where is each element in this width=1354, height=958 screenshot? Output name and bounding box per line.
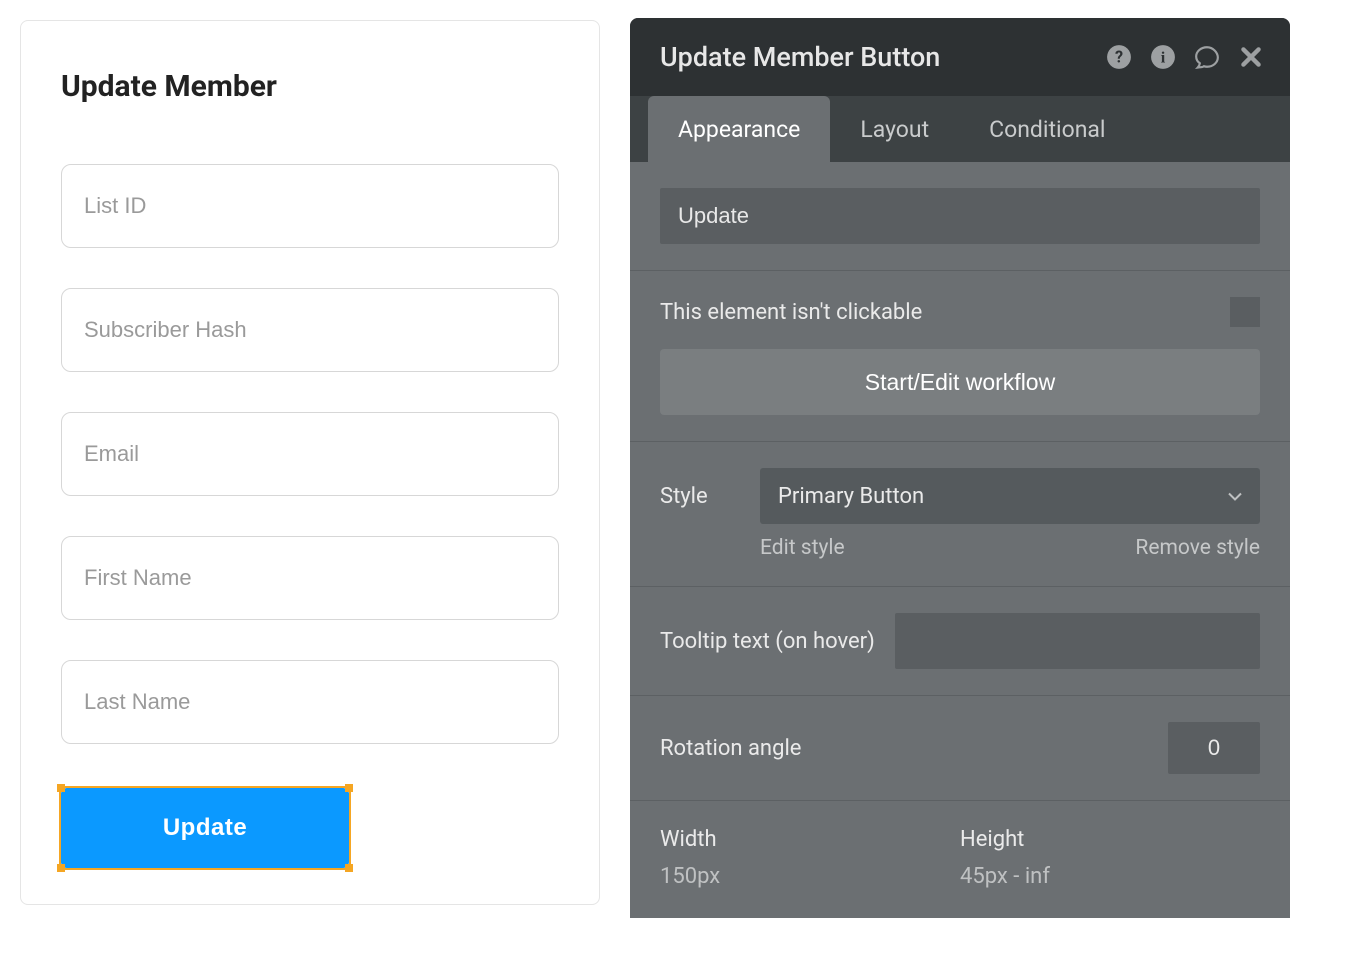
panel-header-icons: ? i bbox=[1104, 42, 1266, 72]
element-name-section bbox=[630, 162, 1290, 271]
clickable-checkbox[interactable] bbox=[1230, 297, 1260, 327]
subscriber-hash-input[interactable] bbox=[61, 288, 559, 372]
clickable-label: This element isn't clickable bbox=[660, 300, 1230, 325]
panel-tabs: Appearance Layout Conditional bbox=[630, 96, 1290, 162]
width-value: 150px bbox=[660, 864, 960, 889]
tab-layout[interactable]: Layout bbox=[830, 96, 959, 162]
tooltip-label: Tooltip text (on hover) bbox=[660, 629, 875, 654]
panel-header: Update Member Button ? i bbox=[630, 18, 1290, 96]
info-icon[interactable]: i bbox=[1148, 42, 1178, 72]
remove-style-link[interactable]: Remove style bbox=[1135, 536, 1260, 560]
close-icon[interactable] bbox=[1236, 42, 1266, 72]
style-section: Style Primary Button Edit style Remove s… bbox=[630, 442, 1290, 587]
update-button-selection: Update bbox=[61, 788, 349, 868]
dimensions-section: Width 150px Height 45px - inf bbox=[630, 801, 1290, 915]
style-label: Style bbox=[660, 484, 720, 509]
comment-icon[interactable] bbox=[1192, 42, 1222, 72]
element-name-input[interactable] bbox=[660, 188, 1260, 244]
tab-conditional[interactable]: Conditional bbox=[959, 96, 1135, 162]
first-name-input[interactable] bbox=[61, 536, 559, 620]
card-title: Update Member bbox=[61, 69, 559, 104]
tooltip-section: Tooltip text (on hover) bbox=[630, 587, 1290, 696]
height-value: 45px - inf bbox=[960, 864, 1260, 889]
help-icon[interactable]: ? bbox=[1104, 42, 1134, 72]
chevron-down-icon bbox=[1228, 484, 1242, 509]
panel-title: Update Member Button bbox=[660, 41, 1104, 73]
list-id-input[interactable] bbox=[61, 164, 559, 248]
svg-text:i: i bbox=[1161, 48, 1166, 66]
tab-appearance[interactable]: Appearance bbox=[648, 96, 830, 162]
width-label: Width bbox=[660, 827, 960, 852]
property-panel: Update Member Button ? i Appearance Layo… bbox=[630, 18, 1290, 918]
style-select[interactable]: Primary Button bbox=[760, 468, 1260, 524]
tooltip-input[interactable] bbox=[895, 613, 1260, 669]
email-input[interactable] bbox=[61, 412, 559, 496]
edit-style-link[interactable]: Edit style bbox=[760, 536, 845, 560]
height-label: Height bbox=[960, 827, 1260, 852]
rotation-input[interactable] bbox=[1168, 722, 1260, 774]
clickable-section: This element isn't clickable Start/Edit … bbox=[630, 271, 1290, 442]
svg-text:?: ? bbox=[1115, 47, 1123, 66]
start-edit-workflow-button[interactable]: Start/Edit workflow bbox=[660, 349, 1260, 415]
style-select-value: Primary Button bbox=[778, 484, 924, 509]
rotation-section: Rotation angle bbox=[630, 696, 1290, 801]
rotation-label: Rotation angle bbox=[660, 736, 1168, 761]
last-name-input[interactable] bbox=[61, 660, 559, 744]
update-button[interactable]: Update bbox=[61, 788, 349, 868]
update-member-card: Update Member Update bbox=[20, 20, 600, 905]
